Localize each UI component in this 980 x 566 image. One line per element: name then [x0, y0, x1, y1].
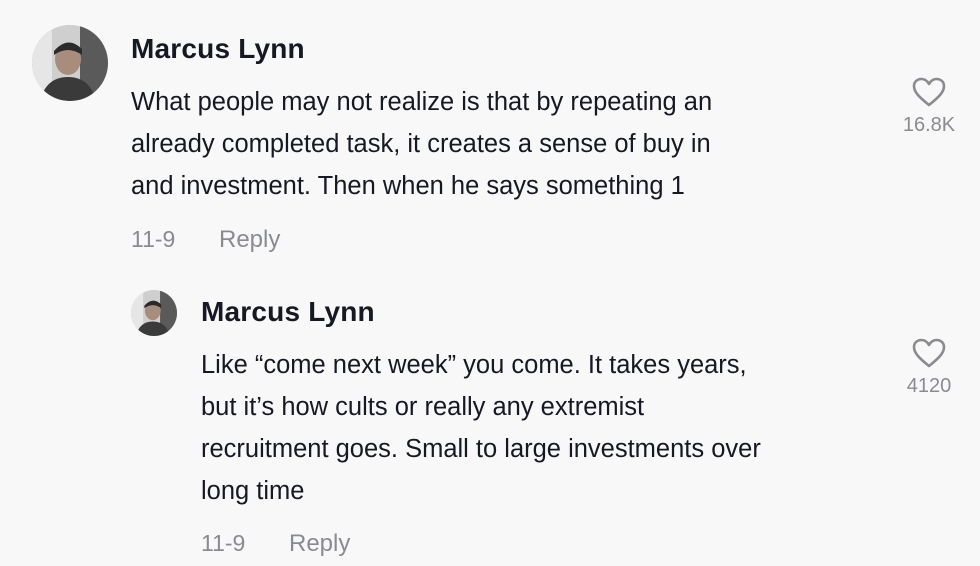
user-photo-icon	[32, 25, 108, 101]
like-count: 16.8K	[902, 114, 956, 136]
comment-text-line: long time	[201, 477, 305, 505]
comment-username[interactable]: Marcus Lynn	[201, 296, 375, 328]
like-button[interactable]: 4120	[889, 337, 969, 398]
comment-text-line: Like “come next week” you come. It takes…	[201, 351, 747, 379]
reply-button[interactable]: Reply	[219, 226, 280, 254]
avatar[interactable]	[131, 290, 177, 336]
heart-outline-icon	[912, 77, 946, 107]
avatar[interactable]	[32, 25, 108, 101]
comment-text-line: already completed task, it creates a sen…	[131, 130, 711, 158]
comment-text-line: but it’s how cults or really any extremi…	[201, 393, 645, 421]
heart-outline-icon	[912, 338, 946, 368]
comment-text-line: recruitment goes. Small to large investm…	[201, 435, 761, 463]
user-photo-icon	[131, 290, 177, 336]
comment-item: Marcus Lynn What people may not realize …	[0, 0, 980, 270]
comment-text-line: and investment. Then when he says someth…	[131, 172, 685, 200]
comment-username[interactable]: Marcus Lynn	[131, 33, 305, 65]
comment-meta: 11-9 Reply	[201, 530, 350, 557]
comment-meta: 11-9 Reply	[131, 226, 280, 253]
comment-text: What people may not realize is that by r…	[131, 81, 712, 207]
comment-date: 11-9	[131, 226, 176, 252]
reply-button[interactable]: Reply	[289, 530, 350, 558]
like-count: 4120	[906, 375, 952, 397]
comment-text-line: What people may not realize is that by r…	[131, 88, 713, 116]
comment-text: Like “come next week” you come. It takes…	[201, 344, 761, 512]
comment-date: 11-9	[201, 530, 246, 556]
like-button[interactable]: 16.8K	[889, 76, 969, 137]
reply-comment-item: Marcus Lynn Like “come next week” you co…	[0, 270, 980, 566]
